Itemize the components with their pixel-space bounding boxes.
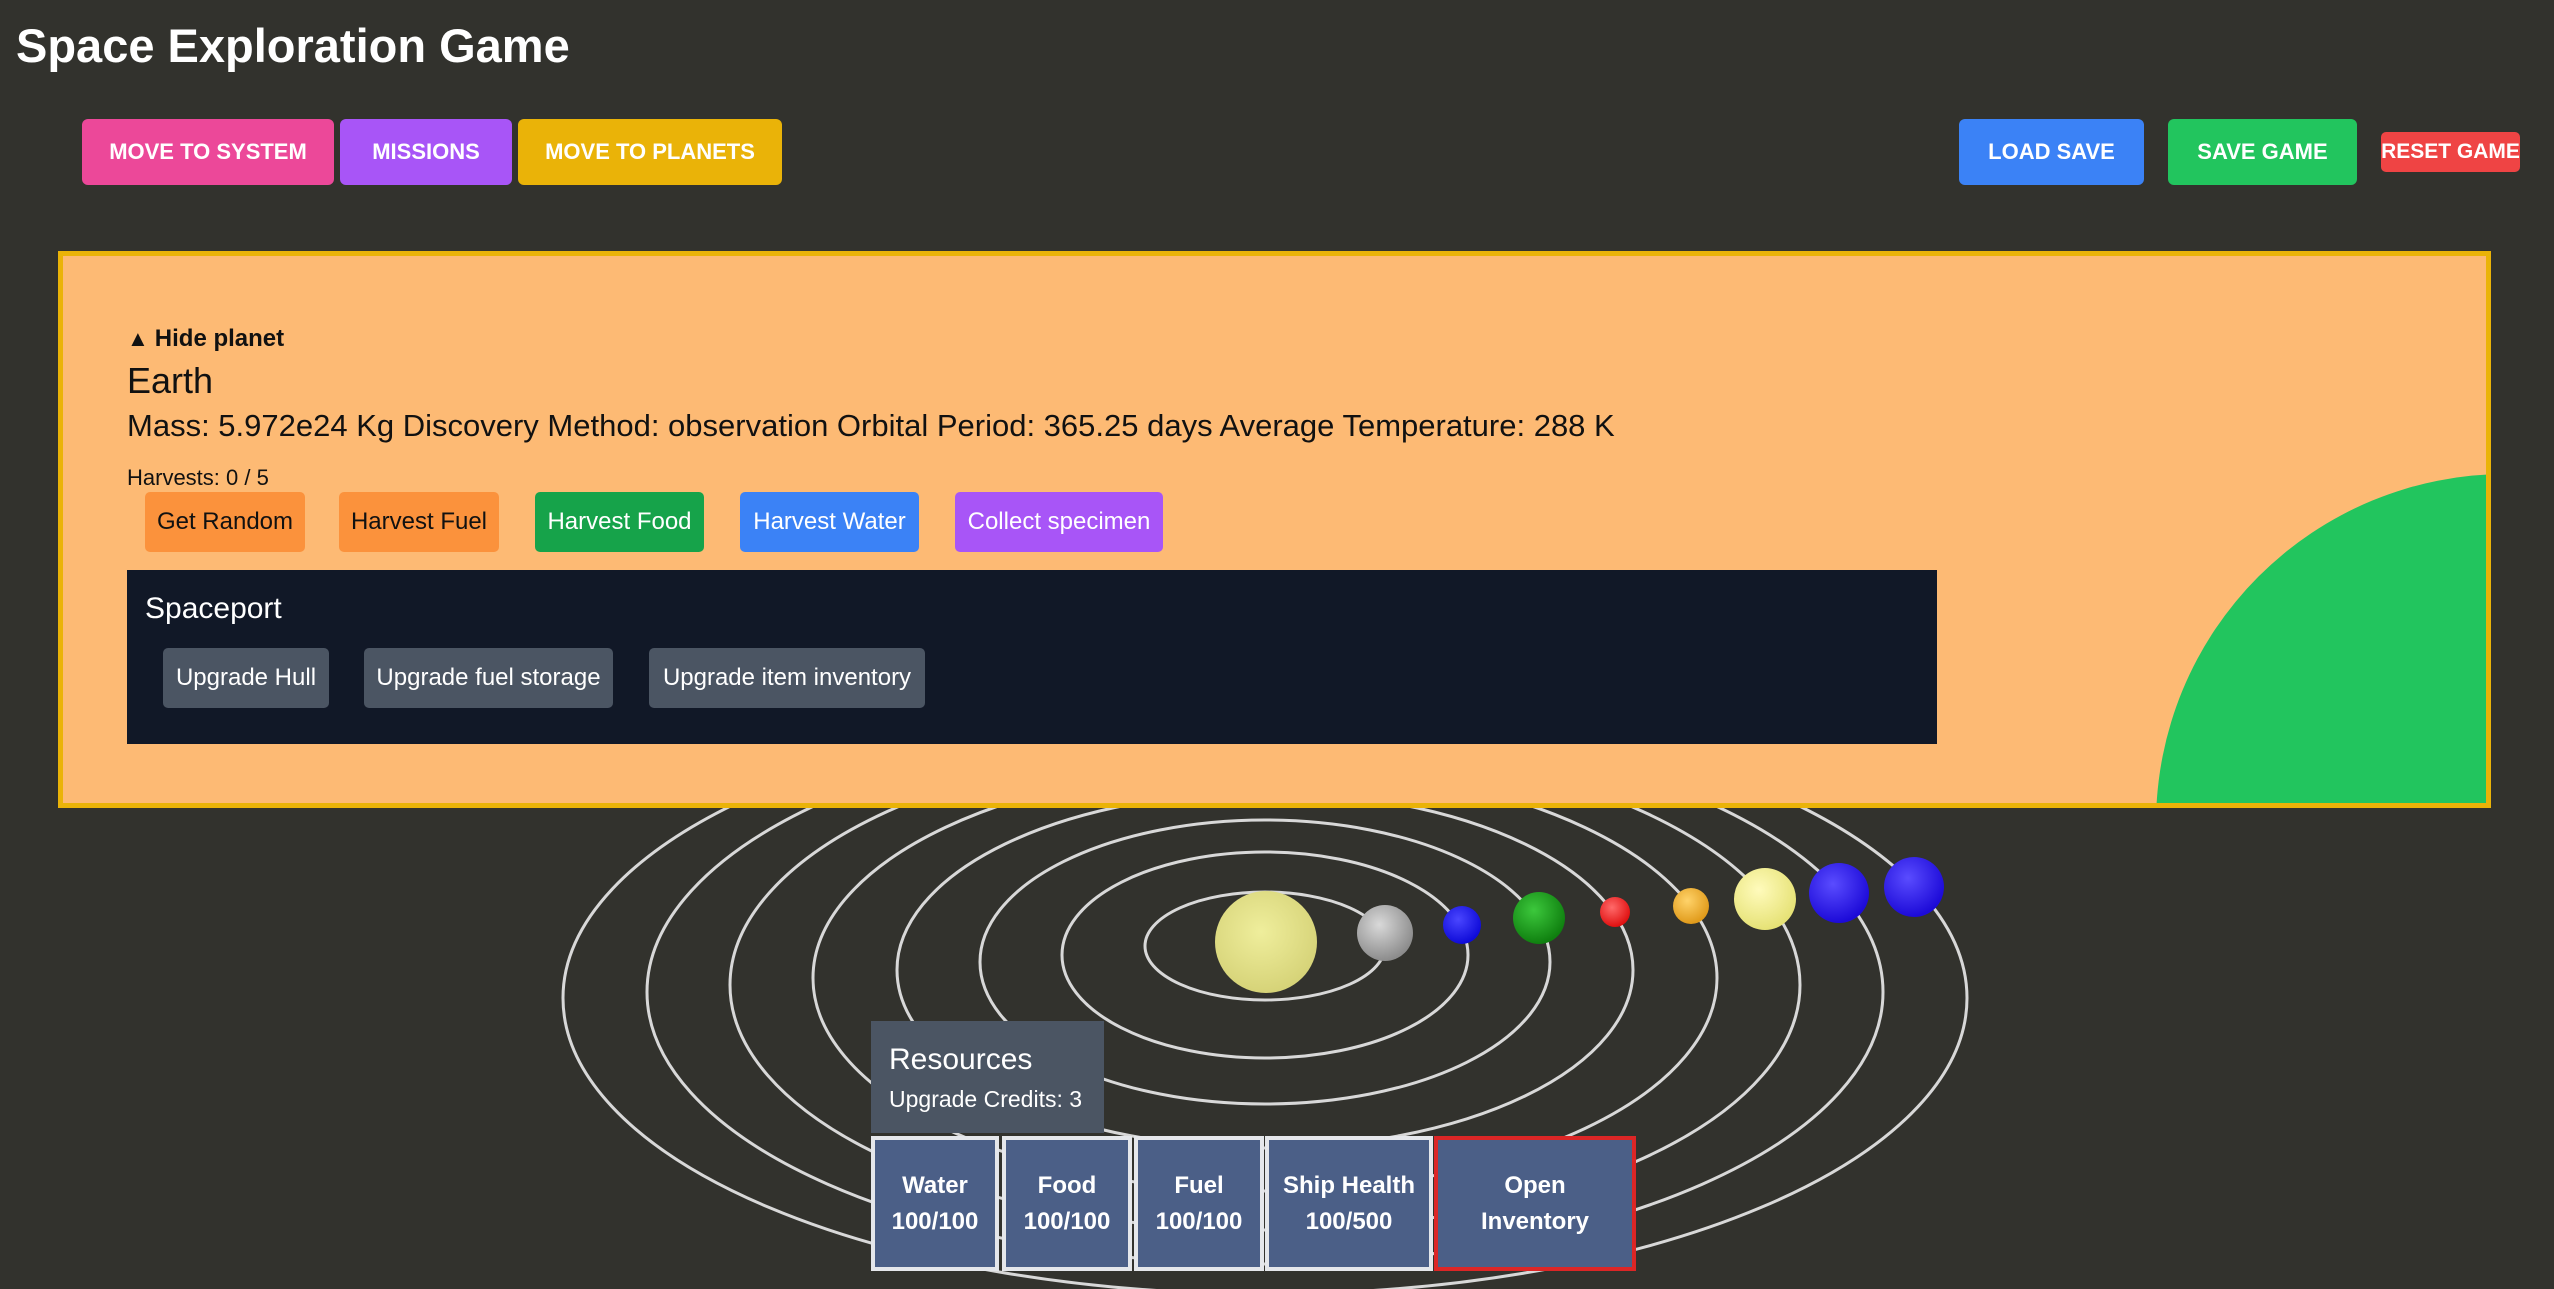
page-title: Space Exploration Game bbox=[16, 19, 570, 72]
orbit-ring bbox=[1060, 850, 1470, 1060]
harvest-food-button[interactable]: Harvest Food bbox=[535, 492, 704, 552]
fuel-value: 100/100 bbox=[1155, 1207, 1243, 1235]
spaceport-title: Spaceport bbox=[145, 592, 282, 625]
food-resource: Food 100/100 bbox=[1002, 1136, 1132, 1271]
resources-title: Resources bbox=[889, 1043, 1033, 1076]
sun bbox=[1215, 891, 1317, 993]
water-value: 100/100 bbox=[891, 1207, 979, 1235]
planet-orbit-7 bbox=[1809, 863, 1869, 923]
harvest-water-button[interactable]: Harvest Water bbox=[740, 492, 919, 552]
planet-orbit-8 bbox=[1884, 857, 1944, 917]
upgrade-credits: Upgrade Credits: 3 bbox=[889, 1086, 1083, 1112]
orbit-ring bbox=[1143, 890, 1387, 1002]
upgrade-hull-button[interactable]: Upgrade Hull bbox=[163, 648, 329, 708]
planet-orbit-6 bbox=[1734, 868, 1796, 930]
water-label: Water bbox=[902, 1171, 968, 1199]
move-to-planets-button[interactable]: Move to Planets bbox=[518, 119, 782, 185]
planet-orbit-2 bbox=[1443, 906, 1481, 944]
planet-panel: ▲ Hide planet Earth Mass: 5.972e24 Kg Di… bbox=[58, 251, 2491, 808]
upgrade-fuel-storage-button[interactable]: Upgrade fuel storage bbox=[364, 648, 613, 708]
food-label: Food bbox=[1037, 1171, 1097, 1199]
spaceport-panel: Spaceport Upgrade Hull Upgrade fuel stor… bbox=[127, 570, 1937, 744]
fuel-label: Fuel bbox=[1174, 1171, 1224, 1199]
planet-orbit-4 bbox=[1600, 897, 1630, 927]
planet-orbit-3 bbox=[1513, 892, 1565, 944]
planet-name: Earth bbox=[127, 360, 214, 401]
open-inventory-label: Open Inventory bbox=[1480, 1171, 1590, 1235]
resources-header: Resources Upgrade Credits: 3 bbox=[871, 1021, 1104, 1133]
hide-planet-toggle[interactable]: ▲ Hide planet bbox=[127, 325, 284, 353]
reset-game-button[interactable]: Reset Game bbox=[2381, 132, 2520, 172]
planet-info: Mass: 5.972e24 Kg Discovery Method: obse… bbox=[127, 408, 1615, 443]
missions-button[interactable]: Missions bbox=[340, 119, 512, 185]
planet-orbit-1 bbox=[1357, 905, 1413, 961]
ship-health-value: 100/500 bbox=[1305, 1207, 1393, 1235]
triangle-up-icon: ▲ bbox=[127, 326, 149, 351]
move-to-system-button[interactable]: Move to System bbox=[82, 119, 334, 185]
get-random-button[interactable]: Get Random bbox=[145, 492, 305, 552]
save-game-button[interactable]: Save Game bbox=[2168, 119, 2357, 185]
fuel-resource: Fuel 100/100 bbox=[1134, 1136, 1264, 1271]
collect-specimen-button[interactable]: Collect specimen bbox=[955, 492, 1163, 552]
harvest-counter: Harvests: 0 / 5 bbox=[127, 465, 269, 490]
hide-planet-label: Hide planet bbox=[154, 325, 285, 352]
open-inventory-button[interactable]: Open Inventory bbox=[1434, 1136, 1636, 1271]
ship-health-label: Ship Health bbox=[1282, 1171, 1415, 1199]
harvest-fuel-button[interactable]: Harvest Fuel bbox=[339, 492, 499, 552]
load-save-button[interactable]: Load Save bbox=[1959, 119, 2144, 185]
food-value: 100/100 bbox=[1023, 1207, 1111, 1235]
planet-visual bbox=[2156, 474, 2486, 803]
planet-orbit-5 bbox=[1673, 888, 1709, 924]
upgrade-item-inventory-button[interactable]: Upgrade item inventory bbox=[649, 648, 925, 708]
water-resource: Water 100/100 bbox=[871, 1136, 999, 1271]
ship-health-resource: Ship Health 100/500 bbox=[1265, 1136, 1433, 1271]
